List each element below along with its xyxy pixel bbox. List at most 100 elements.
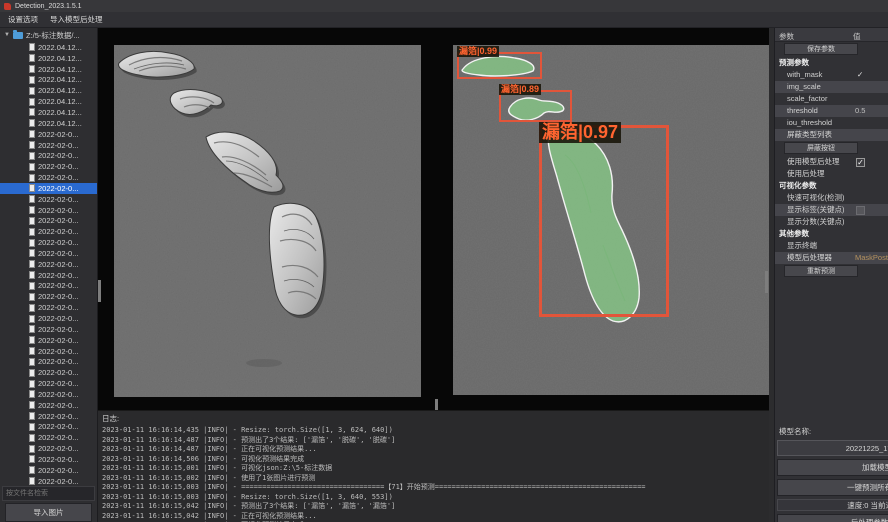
- tree-item[interactable]: 2022-02-0...: [0, 411, 97, 422]
- param-button[interactable]: 保存参数: [784, 43, 858, 55]
- tree-item[interactable]: 2022-02-0...: [0, 335, 97, 346]
- tree-item[interactable]: 2022-02-0...: [0, 378, 97, 389]
- param-button[interactable]: 重新预测: [784, 265, 858, 277]
- file-icon: [29, 412, 35, 420]
- model-name-field[interactable]: 20221225_174813: [777, 440, 888, 456]
- tree-item[interactable]: 2022.04.12...: [0, 96, 97, 107]
- postprocess-settings-button[interactable]: 后处理参数设置: [777, 514, 888, 522]
- tree-item[interactable]: 2022-02-0...: [0, 205, 97, 216]
- param-section-header: 预测参数: [775, 57, 888, 69]
- checkbox[interactable]: ✓: [856, 158, 865, 167]
- caret-down-icon[interactable]: ▼: [4, 32, 10, 38]
- file-tree-items: 2022.04.12...2022.04.12...2022.04.12...2…: [0, 42, 97, 485]
- tree-item-label: 2022-02-0...: [38, 184, 78, 193]
- tree-item[interactable]: 2022-02-0...: [0, 389, 97, 400]
- predict-all-button[interactable]: 一键预测所有图片: [777, 479, 888, 496]
- tree-root-folder[interactable]: ▼ Z:/5-标注数据/...: [0, 28, 97, 42]
- original-image-panel[interactable]: [114, 45, 421, 397]
- tree-item[interactable]: 2022-02-0...: [0, 367, 97, 378]
- param-row[interactable]: 显示分数(关键点): [775, 216, 888, 228]
- tree-item[interactable]: 2022-02-0...: [0, 248, 97, 259]
- tree-item[interactable]: 2022.04.12...: [0, 107, 97, 118]
- param-row[interactable]: 使用后处理: [775, 168, 888, 180]
- tree-item[interactable]: 2022-02-0...: [0, 302, 97, 313]
- splitter-handle[interactable]: [98, 280, 101, 302]
- tree-item[interactable]: 2022-02-0...: [0, 356, 97, 367]
- file-icon: [29, 239, 35, 247]
- tree-item[interactable]: 2022-02-0...: [0, 172, 97, 183]
- tree-item[interactable]: 2022.04.12...: [0, 42, 97, 53]
- tree-item-label: 2022-02-0...: [38, 206, 78, 215]
- file-icon: [29, 228, 35, 236]
- menu-item-settings[interactable]: 设置选项: [3, 12, 43, 27]
- param-button-row: 保存参数: [775, 42, 888, 57]
- tree-item[interactable]: 2022-02-0...: [0, 432, 97, 443]
- tree-item[interactable]: 2022-02-0...: [0, 237, 97, 248]
- title-bar: Detection_2023.1.5.1: [0, 0, 888, 12]
- detection-label: 漏箔|0.89: [499, 84, 541, 95]
- splitter-handle[interactable]: [435, 399, 438, 410]
- param-column-header: 参数: [779, 31, 794, 42]
- tree-item[interactable]: 2022.04.12...: [0, 53, 97, 64]
- param-row[interactable]: 快速可视化(检测): [775, 192, 888, 204]
- detection-image-panel[interactable]: 漏箔|0.99漏箔|0.89漏箔|0.97: [453, 45, 769, 395]
- model-name-label: 模型名称:: [775, 427, 888, 437]
- file-icon: [29, 249, 35, 257]
- param-button[interactable]: 屏蔽按钮: [784, 142, 858, 154]
- tree-item[interactable]: 2022-02-0...: [0, 216, 97, 227]
- param-name: scale_factor: [775, 94, 827, 103]
- param-name: 模型后处理器: [775, 253, 832, 262]
- tree-item[interactable]: 2022-02-0...: [0, 400, 97, 411]
- file-icon: [29, 76, 35, 84]
- tree-item[interactable]: 2022-02-0...: [0, 476, 97, 485]
- tree-item[interactable]: 2022.04.12...: [0, 64, 97, 75]
- tree-item[interactable]: 2022-02-0...: [0, 129, 97, 140]
- tree-item[interactable]: 2022-02-0...: [0, 161, 97, 172]
- tree-item[interactable]: 2022-02-0...: [0, 226, 97, 237]
- param-row[interactable]: 屏蔽类型列表: [775, 129, 888, 141]
- tree-item[interactable]: 2022-02-0...: [0, 183, 97, 194]
- file-icon: [29, 217, 35, 225]
- tree-item[interactable]: 2022-02-0...: [0, 259, 97, 270]
- file-icon: [29, 304, 35, 312]
- menu-item-import-postprocess[interactable]: 导入模型后处理: [45, 12, 108, 27]
- tree-item[interactable]: 2022-02-0...: [0, 270, 97, 281]
- param-row[interactable]: img_scale: [775, 81, 888, 93]
- log-area[interactable]: 日志: 2023-01-11 16:16:14,435 |INFO| - Res…: [98, 410, 769, 522]
- log-lines: 2023-01-11 16:16:14,435 |INFO| - Resize:…: [102, 426, 765, 522]
- tree-item[interactable]: 2022-02-0...: [0, 281, 97, 292]
- tree-item-label: 2022-02-0...: [38, 336, 78, 345]
- tree-item[interactable]: 2022.04.12...: [0, 85, 97, 96]
- tree-item[interactable]: 2022-02-0...: [0, 443, 97, 454]
- tree-item[interactable]: 2022-02-0...: [0, 140, 97, 151]
- param-row[interactable]: 显示终端: [775, 240, 888, 252]
- splitter-handle[interactable]: [765, 271, 768, 293]
- import-images-button[interactable]: 导入图片: [5, 503, 92, 522]
- param-row[interactable]: threshold0.5: [775, 105, 888, 117]
- search-input[interactable]: [2, 486, 95, 501]
- param-row[interactable]: with_mask✓: [775, 69, 888, 81]
- param-row[interactable]: scale_factor: [775, 93, 888, 105]
- tree-item-label: 2022-02-0...: [38, 390, 78, 399]
- tree-item[interactable]: 2022-02-0...: [0, 422, 97, 433]
- tree-item[interactable]: 2022-02-0...: [0, 465, 97, 476]
- tree-item[interactable]: 2022.04.12...: [0, 118, 97, 129]
- param-row[interactable]: iou_threshold: [775, 117, 888, 129]
- tree-item-label: 2022.04.12...: [38, 75, 82, 84]
- tree-item[interactable]: 2022-02-0...: [0, 346, 97, 357]
- tree-item[interactable]: 2022-02-0...: [0, 324, 97, 335]
- tree-item[interactable]: 2022-02-0...: [0, 291, 97, 302]
- tree-item[interactable]: 2022-02-0...: [0, 150, 97, 161]
- param-row[interactable]: 模型后处理器 MaskPostPro: [775, 252, 888, 264]
- param-row[interactable]: 显示标签(关键点): [775, 204, 888, 216]
- param-row[interactable]: 使用模型后处理✓: [775, 156, 888, 168]
- tree-item[interactable]: 2022.04.12...: [0, 75, 97, 86]
- checkbox[interactable]: [856, 206, 865, 215]
- tree-item[interactable]: 2022-02-0...: [0, 454, 97, 465]
- param-value: MaskPostPro: [855, 252, 888, 264]
- tree-item-label: 2022-02-0...: [38, 368, 78, 377]
- load-model-button[interactable]: 加载模型: [777, 459, 888, 476]
- tree-item[interactable]: 2022-02-0...: [0, 313, 97, 324]
- tree-item[interactable]: 2022-02-0...: [0, 194, 97, 205]
- tree-item-label: 2022-02-0...: [38, 325, 78, 334]
